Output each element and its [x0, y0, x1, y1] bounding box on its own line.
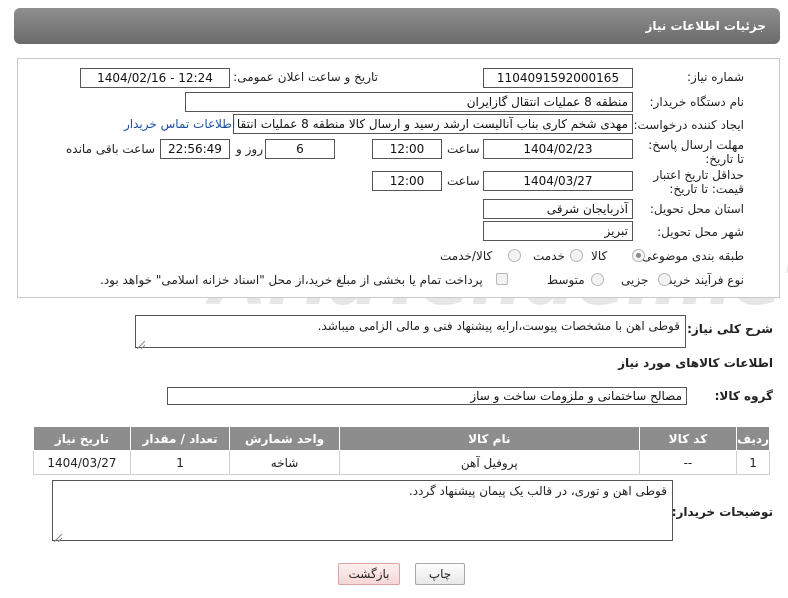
cell-quantity: 1: [129, 450, 231, 475]
description-text: قوطی اهن با مشخصات پیوست،ارایه پیشنهاد ف…: [317, 319, 680, 333]
buyer-org-label: نام دستگاه خریدار:: [649, 95, 745, 109]
deadline-date-field: 1404/02/23: [483, 139, 633, 159]
price-validity-time-label: ساعت: [447, 174, 480, 188]
goods-table-header: ردیف کد کالا نام کالا واحد شمارش تعداد /…: [33, 426, 770, 451]
col-row-number: ردیف: [736, 426, 770, 451]
treasury-payment-note: پرداخت تمام یا بخشی از مبلغ خرید،از محل …: [100, 273, 483, 287]
creator-field: مهدی شخم کاری بناب آنالیست ارشد رسید و ا…: [233, 114, 633, 134]
print-button[interactable]: چاپ: [415, 563, 465, 585]
days-remaining-field: 6: [265, 139, 335, 159]
description-textarea[interactable]: قوطی اهن با مشخصات پیوست،ارایه پیشنهاد ف…: [135, 315, 686, 348]
creator-label: ایجاد کننده درخواست:: [633, 118, 744, 132]
days-label: روز و: [236, 142, 263, 156]
goods-section-title: اطلاعات کالاهای مورد نیاز: [618, 356, 773, 370]
process-medium-radio[interactable]: [591, 273, 604, 286]
cell-goods-name: پروفیل آهن: [338, 450, 640, 475]
city-field: تبریز: [483, 221, 633, 241]
process-label: نوع فرآیند خرید :: [659, 273, 744, 287]
description-label: شرح کلی نیاز:: [687, 322, 773, 336]
col-unit: واحد شمارش: [229, 426, 340, 451]
goods-group-label: گروه کالا:: [714, 389, 773, 403]
deadline-time-label: ساعت: [447, 142, 480, 156]
goods-group-field: مصالح ساختمانی و ملزومات ساخت و ساز: [167, 387, 687, 405]
buyer-notes-label: توضیحات خریدار:: [671, 505, 773, 519]
back-button[interactable]: بازگشت: [338, 563, 400, 585]
buyer-notes-text: قوطی اهن و توری، در قالب یک پیمان پیشنها…: [408, 484, 667, 498]
buyer-notes-textarea[interactable]: قوطی اهن و توری، در قالب یک پیمان پیشنها…: [52, 480, 673, 541]
page-header: جزئیات اطلاعات نیاز: [14, 8, 780, 44]
table-row: 1 -- پروفیل آهن شاخه 1 1404/03/27: [33, 450, 770, 475]
deadline-time-field: 12:00: [372, 139, 442, 159]
category-service-radio[interactable]: [570, 249, 583, 262]
page-title: جزئیات اطلاعات نیاز: [645, 19, 766, 33]
time-remaining-field: 22:56:49: [160, 139, 230, 159]
province-field: آذربایجان شرقی: [483, 199, 633, 219]
category-label: طبقه بندی موضوعی:: [637, 249, 744, 263]
announce-label: تاریخ و ساعت اعلان عمومی:: [233, 70, 378, 84]
process-minor-radio[interactable]: [658, 273, 671, 286]
category-goods-service-label: کالا/خدمت: [440, 249, 493, 263]
deadline-label: مهلت ارسال پاسخ: تا تاریخ:: [648, 138, 744, 166]
col-need-date: تاریخ نیاز: [33, 426, 131, 451]
cell-row-number: 1: [736, 450, 770, 475]
category-goods-radio[interactable]: [632, 249, 645, 262]
category-goods-label: کالا: [591, 249, 608, 263]
cell-goods-code: --: [638, 450, 738, 475]
cell-unit: شاخه: [229, 450, 340, 475]
city-label: شهر محل تحویل:: [657, 225, 744, 239]
resize-handle-icon[interactable]: [136, 338, 146, 350]
category-goods-service-radio[interactable]: [508, 249, 521, 262]
process-medium-label: متوسط: [547, 273, 585, 287]
buyer-contact-link[interactable]: اطلاعات تماس خریدار: [124, 117, 235, 131]
buyer-org-field: منطقه 8 عملیات انتقال گازایران: [185, 92, 633, 112]
col-goods-code: کد کالا: [638, 426, 738, 451]
time-remaining-label: ساعت باقی مانده: [66, 142, 156, 156]
category-service-label: خدمت: [533, 249, 565, 263]
cell-need-date: 1404/03/27: [33, 450, 131, 475]
resize-handle-icon[interactable]: [53, 531, 63, 543]
goods-table: ردیف کد کالا نام کالا واحد شمارش تعداد /…: [33, 426, 770, 475]
treasury-payment-checkbox[interactable]: [496, 273, 508, 285]
price-validity-time-field: 12:00: [372, 171, 442, 191]
price-validity-label: حداقل تاریخ اعتبار قیمت: تا تاریخ:: [653, 168, 744, 196]
col-quantity: تعداد / مقدار: [129, 426, 231, 451]
process-minor-label: جزیی: [621, 273, 649, 287]
announce-datetime-field: 1404/02/16 - 12:24: [80, 68, 230, 88]
need-number-field: 1104091592000165: [483, 68, 633, 88]
need-number-label: شماره نیاز:: [687, 70, 744, 84]
col-goods-name: نام کالا: [338, 426, 640, 451]
price-validity-date-field: 1404/03/27: [483, 171, 633, 191]
province-label: استان محل تحویل:: [649, 202, 744, 216]
